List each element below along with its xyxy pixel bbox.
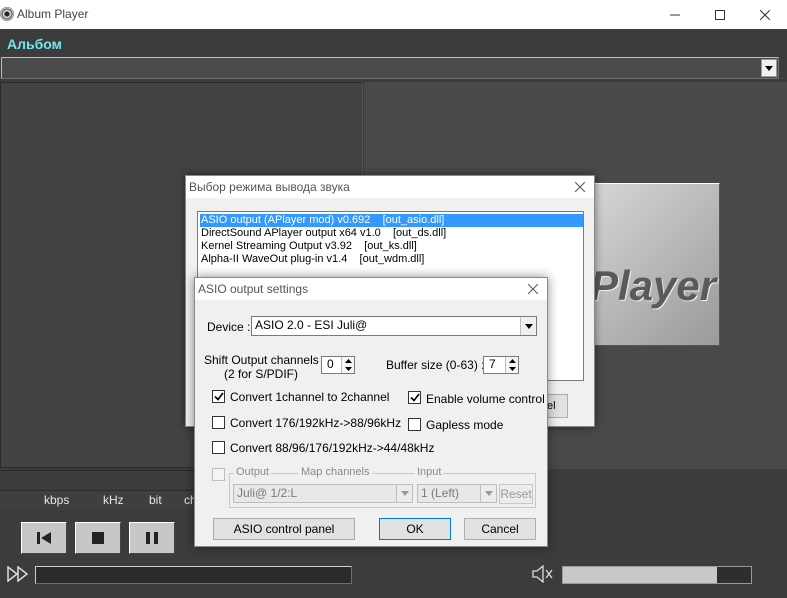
logo-text: Player	[590, 262, 717, 309]
stop-button[interactable]	[75, 522, 121, 554]
cancel-button[interactable]: Cancel	[464, 518, 536, 540]
spin-down-icon[interactable]	[342, 365, 354, 373]
gapless-checkbox[interactable]	[408, 418, 421, 431]
chevron-down-icon	[484, 491, 493, 496]
convert-1to2-label: Convert 1channel to 2channel	[230, 390, 390, 404]
shift-channels-hint: (2 for S/PDIF)	[224, 367, 299, 381]
device-value: ASIO 2.0 - ESI Juli@	[255, 318, 368, 332]
stop-icon	[92, 532, 104, 544]
album-label: Альбом	[7, 36, 62, 52]
close-button[interactable]	[742, 0, 787, 29]
minimize-button[interactable]	[652, 0, 697, 29]
skip-back-icon	[37, 532, 51, 544]
cancel-label: Cancel	[481, 522, 519, 536]
output-list-item[interactable]: ASIO output (APlayer mod) v0.692 [out_as…	[200, 214, 583, 227]
asio-control-panel-button[interactable]: ASIO control panel	[213, 518, 355, 540]
dialog-title-bar: Выбор режима вывода звука	[186, 176, 594, 198]
shift-channels-spinner[interactable]: 0	[321, 356, 355, 374]
chevron-down-icon	[400, 491, 409, 496]
minimize-icon	[669, 14, 680, 15]
shift-channels-label: Shift Output channels :	[204, 353, 326, 367]
buffer-size-spinner[interactable]: 7	[483, 356, 519, 374]
convert-1to2-checkbox[interactable]	[212, 390, 225, 403]
gapless-label: Gapless mode	[426, 418, 504, 432]
enable-volume-checkbox[interactable]	[408, 391, 421, 404]
shift-spin-buttons[interactable]	[341, 357, 354, 373]
chevron-down-icon	[524, 323, 533, 329]
buffer-spin-buttons[interactable]	[505, 357, 518, 373]
volume-fill	[563, 567, 718, 583]
reset-label: Reset	[500, 487, 532, 501]
bit-label: bit	[149, 493, 162, 507]
map-channels-checkbox[interactable]	[212, 468, 225, 481]
previous-button[interactable]	[21, 522, 67, 554]
buffer-size-value: 7	[489, 357, 496, 371]
reset-button[interactable]: Reset	[499, 484, 533, 504]
map-output-select[interactable]: Juli@ 1/2:L	[233, 484, 413, 503]
ok-button[interactable]: OK	[379, 518, 451, 540]
close-icon	[575, 182, 585, 192]
asio-settings-dialog: ASIO output settings Device : ASIO 2.0 -…	[194, 277, 548, 547]
title-bar: Album Player	[0, 0, 787, 29]
ok-label: OK	[406, 522, 424, 536]
spin-up-icon[interactable]	[506, 357, 518, 365]
map-channels-label: Map channels	[299, 466, 372, 478]
dialog-close-button[interactable]	[565, 176, 595, 198]
dialog-title-bar: ASIO output settings	[195, 278, 547, 300]
convert-176-checkbox[interactable]	[212, 416, 225, 429]
kbps-label: kbps	[44, 493, 70, 507]
khz-label: kHz	[103, 493, 124, 507]
separator-line	[391, 473, 413, 474]
spin-down-icon[interactable]	[506, 365, 518, 373]
map-input-select[interactable]: 1 (Left)	[417, 484, 497, 503]
map-input-value: 1 (Left)	[421, 486, 460, 500]
output-list-item[interactable]: Kernel Streaming Output v3.92 [out_ks.dl…	[200, 240, 583, 253]
map-output-arrow[interactable]	[396, 485, 412, 502]
device-select[interactable]: ASIO 2.0 - ESI Juli@	[251, 316, 537, 336]
album-select[interactable]	[1, 57, 779, 79]
pause-button[interactable]	[129, 522, 175, 554]
map-input-label: Input	[415, 466, 444, 478]
map-output-label: Output	[234, 466, 272, 478]
convert-176-label: Convert 176/192kHz->88/96kHz	[230, 416, 402, 430]
buffer-size-label: Buffer size (0-63) :	[386, 358, 485, 372]
convert-88-checkbox[interactable]	[212, 441, 225, 454]
output-list-item[interactable]: DirectSound APlayer output x64 v1.0 [out…	[200, 227, 583, 240]
volume-icon[interactable]	[531, 565, 555, 583]
asio-control-panel-label: ASIO control panel	[233, 522, 335, 536]
close-icon	[528, 284, 538, 294]
album-select-arrow[interactable]	[761, 59, 777, 77]
device-select-arrow[interactable]	[520, 317, 536, 335]
app-icon	[0, 7, 14, 21]
checkmark-icon	[409, 393, 420, 402]
spin-up-icon[interactable]	[342, 357, 354, 365]
seek-bar[interactable]	[35, 566, 352, 584]
maximize-button[interactable]	[697, 0, 742, 29]
enable-volume-label: Enable volume control	[426, 392, 545, 406]
convert-88-label: Convert 88/96/176/192kHz->44/48kHz	[230, 441, 435, 455]
dialog-title: Выбор режима вывода звука	[189, 180, 350, 194]
checkmark-icon	[213, 392, 224, 401]
volume-slider[interactable]	[562, 566, 752, 584]
shift-channels-value: 0	[327, 357, 334, 371]
window-title: Album Player	[17, 7, 89, 21]
map-input-arrow[interactable]	[480, 485, 496, 502]
maximize-icon	[714, 9, 725, 20]
fast-forward-icon[interactable]	[6, 566, 30, 582]
pause-icon	[146, 532, 158, 544]
device-label: Device :	[207, 320, 251, 334]
map-output-value: Juli@ 1/2:L	[237, 486, 298, 500]
dialog-close-button[interactable]	[518, 278, 548, 300]
dialog-title: ASIO output settings	[198, 282, 309, 296]
chevron-down-icon	[765, 65, 773, 71]
separator-line	[272, 473, 296, 474]
output-list-item[interactable]: Alpha-II WaveOut plug-in v1.4 [out_wdm.d…	[200, 253, 583, 266]
close-icon	[759, 9, 770, 20]
